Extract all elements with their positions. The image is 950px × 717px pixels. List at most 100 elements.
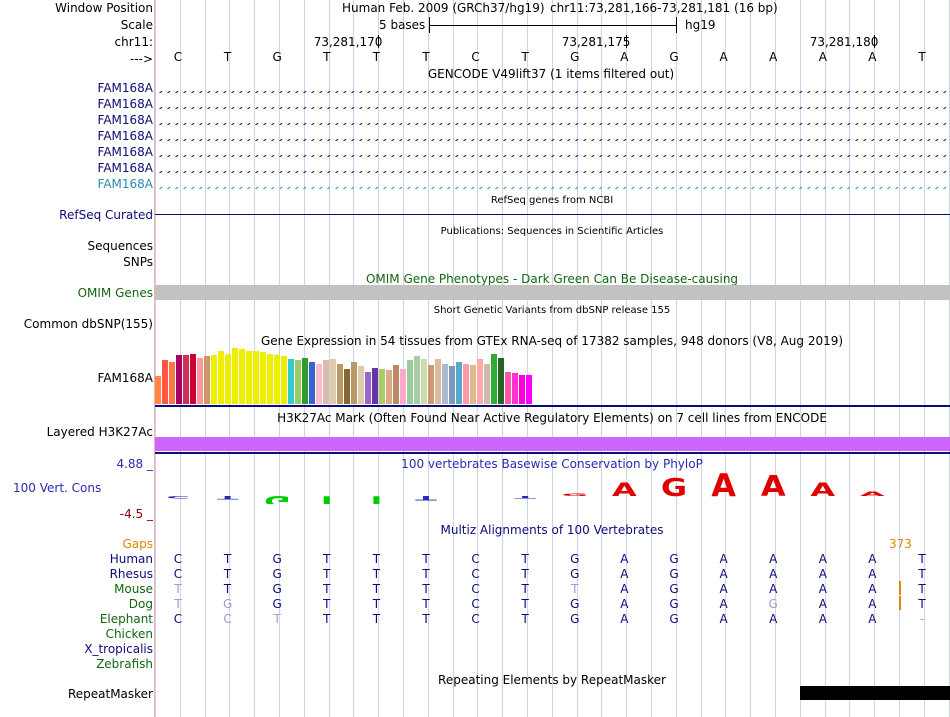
omim-feature-bar[interactable] — [155, 285, 950, 300]
gtex-bar[interactable] — [246, 351, 252, 404]
phylop-base-glyph: T — [365, 488, 387, 504]
dbsnp-label[interactable]: Common dbSNP(155) — [24, 317, 153, 331]
gtex-bar[interactable] — [204, 356, 210, 404]
gtex-bar[interactable] — [260, 352, 266, 404]
gtex-bar[interactable] — [442, 364, 448, 404]
gtex-bar[interactable] — [512, 373, 518, 404]
multiz-species-label[interactable]: Chicken — [106, 627, 153, 641]
phylop-label[interactable]: 100 Vert. Cons — [13, 481, 101, 495]
gtex-bar[interactable] — [484, 364, 490, 404]
gtex-bar[interactable] — [274, 355, 280, 404]
multiz-base: A — [818, 552, 827, 566]
gtex-bar[interactable] — [456, 362, 462, 404]
multiz-gap-marker — [899, 596, 901, 610]
gencode-transcript-line[interactable] — [155, 132, 950, 141]
gtex-bar[interactable] — [197, 358, 203, 404]
gtex-bar[interactable] — [309, 362, 315, 404]
gencode-transcript-label[interactable]: FAM168A — [98, 177, 153, 191]
gtex-bar[interactable] — [169, 362, 175, 404]
scale-label[interactable]: Scale — [121, 18, 153, 32]
gtex-bar[interactable] — [337, 364, 343, 404]
gencode-transcript-line[interactable] — [155, 164, 950, 173]
gencode-transcript-line[interactable] — [155, 148, 950, 157]
multiz-species-label[interactable]: Dog — [129, 597, 153, 611]
repeatmasker-feature[interactable] — [800, 686, 950, 700]
gtex-bar[interactable] — [400, 369, 406, 404]
gtex-bar[interactable] — [414, 356, 420, 404]
gtex-bar[interactable] — [330, 359, 336, 404]
gtex-bar[interactable] — [463, 364, 469, 404]
gtex-bar[interactable] — [162, 360, 168, 404]
gtex-expression-bars[interactable] — [155, 347, 555, 404]
gtex-bar[interactable] — [351, 362, 357, 404]
repeatmasker-label[interactable]: RepeatMasker — [68, 687, 153, 701]
multiz-species-label[interactable]: Elephant — [100, 612, 153, 626]
gtex-bar[interactable] — [218, 351, 224, 404]
gtex-bar[interactable] — [519, 375, 525, 404]
gtex-label[interactable]: FAM168A — [98, 371, 153, 385]
gtex-bar[interactable] — [288, 359, 294, 404]
gencode-transcript-label[interactable]: FAM168A — [98, 113, 153, 127]
gencode-transcript-label[interactable]: FAM168A — [98, 81, 153, 95]
gtex-bar[interactable] — [232, 348, 238, 404]
gtex-bar[interactable] — [316, 364, 322, 404]
gtex-bar[interactable] — [372, 368, 378, 404]
gtex-bar[interactable] — [435, 359, 441, 404]
publications-snps-label[interactable]: SNPs — [123, 255, 153, 269]
gtex-bar[interactable] — [253, 351, 259, 404]
gtex-bar[interactable] — [421, 359, 427, 404]
multiz-species-label[interactable]: Human — [110, 552, 153, 566]
gtex-bar[interactable] — [211, 355, 217, 404]
gtex-bar[interactable] — [295, 360, 301, 404]
gtex-bar[interactable] — [183, 355, 189, 404]
gencode-transcript-label[interactable]: FAM168A — [98, 97, 153, 111]
gtex-bar[interactable] — [491, 354, 497, 404]
gtex-bar[interactable] — [365, 372, 371, 404]
gencode-transcript-line[interactable] — [155, 180, 950, 189]
multiz-gaps-label[interactable]: Gaps — [122, 537, 153, 551]
gencode-transcript-line[interactable] — [155, 100, 950, 109]
gtex-bar[interactable] — [344, 369, 350, 404]
gtex-bar[interactable] — [470, 365, 476, 404]
gtex-bar[interactable] — [505, 372, 511, 404]
gtex-bar[interactable] — [498, 358, 504, 404]
multiz-species-label[interactable]: Mouse — [114, 582, 153, 596]
gtex-bar[interactable] — [281, 356, 287, 404]
gtex-bar[interactable] — [323, 360, 329, 404]
gtex-bar[interactable] — [267, 354, 273, 404]
multiz-species-label[interactable]: Rhesus — [110, 567, 153, 581]
gtex-bar[interactable] — [225, 354, 231, 404]
gencode-transcript-line[interactable] — [155, 84, 950, 93]
gencode-transcript-label[interactable]: FAM168A — [98, 161, 153, 175]
gtex-bar[interactable] — [155, 376, 161, 404]
gtex-bar[interactable] — [449, 366, 455, 404]
h3k27ac-label[interactable]: Layered H3K27Ac — [47, 425, 153, 439]
omim-label[interactable]: OMIM Genes — [78, 286, 153, 300]
gencode-transcript-line[interactable] — [155, 116, 950, 125]
gtex-bar[interactable] — [386, 370, 392, 404]
gtex-bar[interactable] — [526, 375, 532, 404]
gencode-transcript-label[interactable]: FAM168A — [98, 145, 153, 159]
gtex-bar[interactable] — [190, 354, 196, 404]
multiz-base: T — [223, 582, 232, 596]
gtex-bar[interactable] — [407, 360, 413, 404]
gtex-bar[interactable] — [379, 369, 385, 404]
multiz-base: T — [571, 582, 579, 596]
gtex-bar[interactable] — [428, 365, 434, 404]
gtex-bar[interactable] — [393, 365, 399, 404]
gtex-bar[interactable] — [239, 349, 245, 404]
gencode-transcript-label[interactable]: FAM168A — [98, 129, 153, 143]
chrom-label[interactable]: chr11: — [115, 35, 153, 49]
gtex-bar[interactable] — [176, 355, 182, 404]
gtex-bar[interactable] — [477, 359, 483, 404]
h3k27ac-signal[interactable] — [155, 437, 950, 451]
publications-sequences-label[interactable]: Sequences — [88, 239, 153, 253]
gtex-bar[interactable] — [302, 358, 308, 404]
refseq-label[interactable]: RefSeq Curated — [59, 208, 153, 222]
phylop-conservation-logo[interactable]: CTGTTTTGAGAAAA — [155, 472, 950, 504]
multiz-species-label[interactable]: Zebrafish — [96, 657, 153, 671]
gtex-bar[interactable] — [358, 366, 364, 404]
multiz-species-label[interactable]: X_tropicalis — [84, 642, 153, 656]
multiz-base: A — [719, 552, 728, 566]
multiz-base: - — [919, 612, 925, 626]
